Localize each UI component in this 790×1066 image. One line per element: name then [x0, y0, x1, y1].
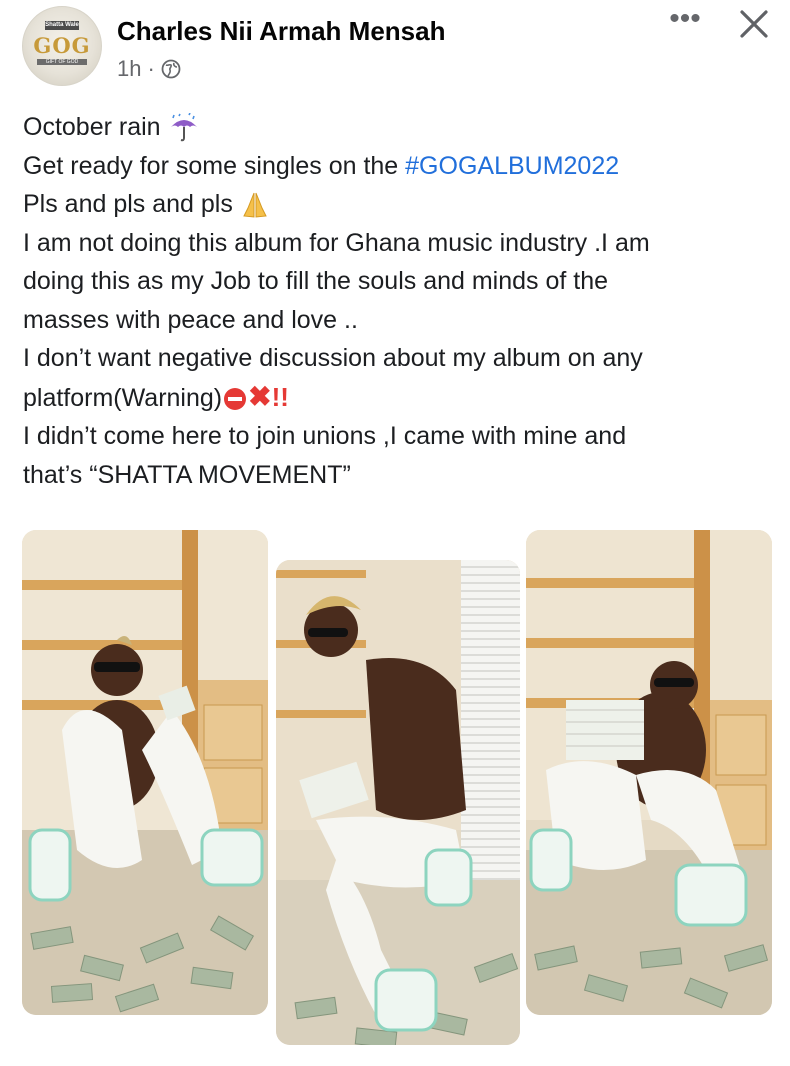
post-header: Shatta Wale GOG GIFT OF GOD Charles Nii …: [0, 0, 790, 95]
hashtag-link[interactable]: #GOGALBUM2022: [405, 152, 619, 180]
cross-mark-icon: ✖: [248, 380, 272, 412]
meta-separator: ·: [147, 56, 155, 81]
photo-2-image: [276, 560, 520, 1045]
more-options-button[interactable]: •••: [665, 4, 705, 37]
post-line-5: doing this as my Job to fill the souls a…: [23, 267, 609, 295]
photo-3-image: [526, 530, 772, 1015]
post-line-9: I didn’t come here to join unions ,I cam…: [23, 422, 627, 450]
post-line-6: masses with peace and love ..: [23, 305, 358, 334]
avatar-top-text: Shatta Wale: [45, 21, 79, 30]
umbrella-rain-icon: [170, 113, 197, 142]
post-line-2: Get ready for some singles on the #GOGAL…: [23, 147, 773, 186]
post-photo-2[interactable]: [276, 560, 520, 1045]
post-text: Pls and pls and pls: [23, 190, 233, 218]
post-line-8: platform(Warning) ✖!!: [23, 378, 773, 418]
post-text: platform(Warning): [23, 383, 223, 412]
post-body: October rain Get ready for some singles …: [23, 108, 773, 494]
author-avatar[interactable]: Shatta Wale GOG GIFT OF GOD: [22, 6, 102, 86]
no-entry-icon: [224, 387, 247, 410]
author-name[interactable]: Charles Nii Armah Mensah: [117, 16, 445, 47]
avatar-strip-text: GIFT OF GOD: [37, 59, 87, 65]
post-photo-1[interactable]: [22, 530, 268, 1015]
photo-1-image: [22, 530, 268, 1015]
double-exclamation-icon: !!: [271, 381, 289, 412]
praying-hands-icon: [243, 193, 267, 218]
photo-grid: [0, 528, 790, 1066]
post-photo-3[interactable]: [526, 530, 772, 1015]
close-icon[interactable]: [736, 6, 772, 42]
post-line-1: October rain: [23, 108, 773, 147]
post-meta: 1h ·: [117, 56, 181, 82]
avatar-logo-text: GOG: [33, 33, 91, 58]
post-text: Get ready for some singles on the: [23, 151, 406, 180]
post-text: October rain: [23, 113, 161, 141]
post-line-4: I am not doing this album for Ghana musi…: [23, 228, 650, 257]
post-line-3: Pls and pls and pls: [23, 185, 773, 224]
post-line-7: I don’t want negative discussion about m…: [23, 344, 643, 372]
post-line-10: that’s “SHATTA MOVEMENT”: [23, 460, 351, 489]
globe-icon[interactable]: [161, 59, 181, 79]
post-time[interactable]: 1h: [117, 56, 141, 82]
